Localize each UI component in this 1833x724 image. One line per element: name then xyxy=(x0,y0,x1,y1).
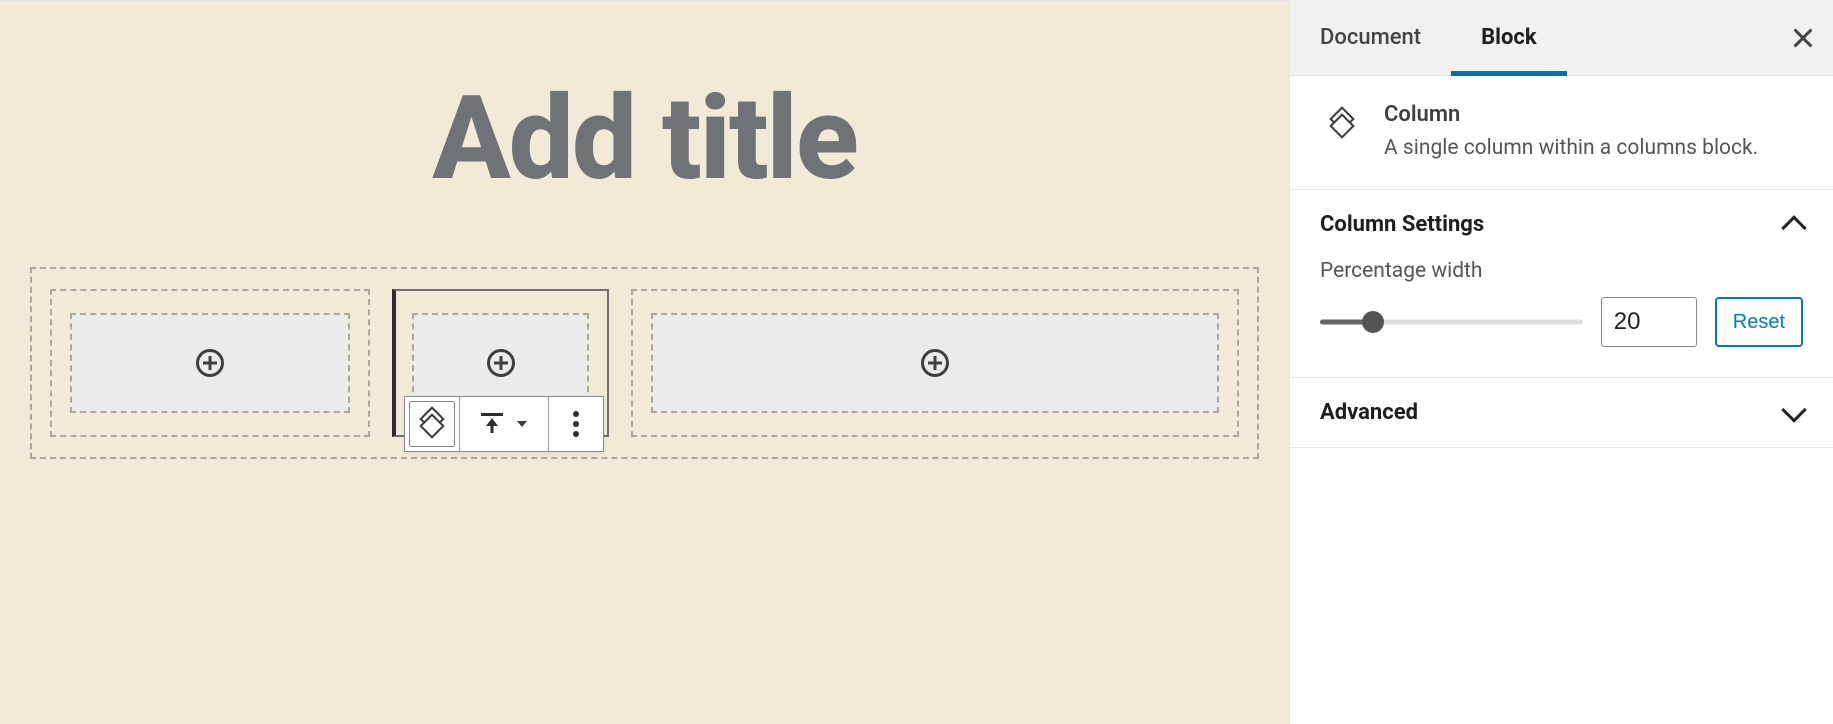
sidebar-tabs: Document Block xyxy=(1290,0,1833,76)
close-sidebar-button[interactable] xyxy=(1783,18,1823,58)
post-title-input[interactable]: Add title xyxy=(0,81,1289,197)
panel-column-settings: Column Settings Percentage width Reset xyxy=(1290,190,1833,378)
block-type-button[interactable] xyxy=(409,401,455,447)
block-card-description: A single column within a columns block. xyxy=(1384,133,1758,163)
tab-document[interactable]: Document xyxy=(1290,0,1451,75)
chevron-down-icon xyxy=(1781,397,1806,422)
tab-block[interactable]: Block xyxy=(1451,0,1567,75)
column-3[interactable] xyxy=(631,289,1239,437)
plus-circle-icon xyxy=(487,349,515,377)
block-card-icon xyxy=(1320,102,1364,146)
plus-circle-icon xyxy=(196,349,224,377)
columns-block[interactable] xyxy=(30,267,1259,459)
panel-column-settings-toggle[interactable]: Column Settings xyxy=(1290,190,1833,259)
block-appender[interactable] xyxy=(70,313,350,413)
column-icon xyxy=(421,413,443,435)
post-title-wrap: Add title xyxy=(0,21,1289,237)
column-icon xyxy=(1331,113,1353,135)
more-options-button[interactable] xyxy=(549,397,603,451)
block-appender[interactable] xyxy=(651,313,1219,413)
percentage-width-label: Percentage width xyxy=(1320,259,1803,283)
column-1[interactable] xyxy=(50,289,370,437)
dots-vertical-icon xyxy=(573,411,579,437)
panel-advanced-toggle[interactable]: Advanced xyxy=(1290,378,1833,447)
block-card-title: Column xyxy=(1384,102,1758,127)
close-icon xyxy=(1793,28,1813,48)
chevron-down-icon xyxy=(517,421,527,427)
panel-column-settings-title: Column Settings xyxy=(1320,212,1484,237)
chevron-up-icon xyxy=(1781,215,1806,240)
plus-circle-icon xyxy=(921,349,949,377)
percentage-width-slider[interactable] xyxy=(1320,310,1583,334)
editor-canvas: Add title xyxy=(0,0,1289,724)
vertical-align-button[interactable] xyxy=(460,397,548,451)
vertical-align-top-icon xyxy=(481,413,503,435)
percentage-width-input[interactable] xyxy=(1601,297,1697,347)
block-card: Column A single column within a columns … xyxy=(1290,76,1833,190)
reset-button[interactable]: Reset xyxy=(1715,297,1803,347)
block-toolbar xyxy=(404,396,604,452)
panel-advanced-title: Advanced xyxy=(1320,400,1418,425)
panel-advanced: Advanced xyxy=(1290,378,1833,448)
percentage-width-control: Reset xyxy=(1320,297,1803,347)
slider-thumb[interactable] xyxy=(1362,311,1384,333)
settings-sidebar: Document Block Column A single column wi… xyxy=(1289,0,1833,724)
